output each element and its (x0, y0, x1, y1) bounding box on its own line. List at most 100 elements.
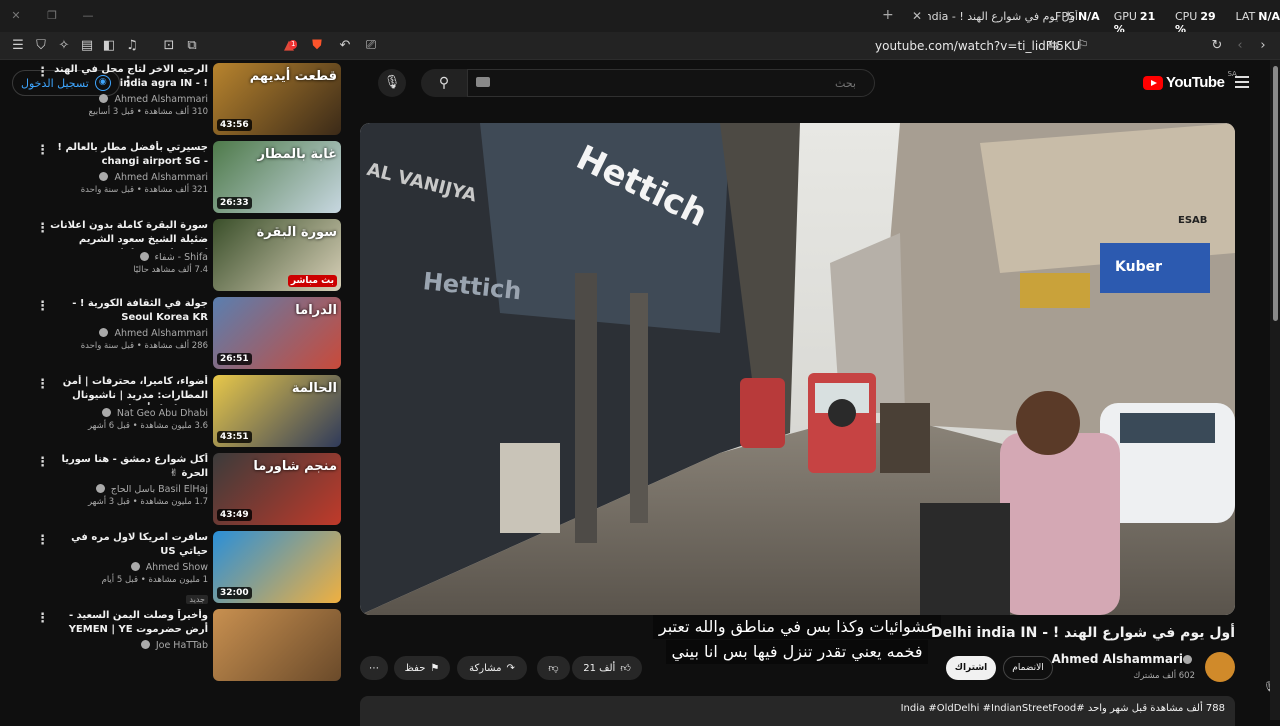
music-icon[interactable]: ♫ (124, 38, 140, 54)
recommendation-menu-icon[interactable]: ⋮ (36, 533, 49, 548)
recommendation-channel[interactable]: Ahmed Alshammari (50, 171, 208, 184)
recommendation-channel[interactable]: Shifa - شفاء (50, 251, 208, 264)
join-button[interactable]: الانضمام (1003, 656, 1053, 680)
page-scrollbar[interactable] (1270, 60, 1280, 720)
recommendation-thumbnail[interactable]: قطعت أيديهم 43:56 (213, 63, 341, 135)
thumbnail-text: سورة البقرة (256, 225, 337, 240)
video-player[interactable]: Hettich Hettich AL VANIJYA ESAB Kuber (360, 123, 1235, 615)
extensions-icon[interactable]: ✧ (56, 38, 72, 54)
window-maximize-icon[interactable]: ❐ (44, 8, 60, 24)
recommendation-item[interactable]: ⋮ الرحيه الاخر لتاج محل في الهند ! - indi… (20, 63, 342, 135)
description-box[interactable]: 788 ألف مشاهدة قبل شهر واحد #India #OldD… (360, 696, 1235, 726)
menu-icon[interactable]: ☰ (10, 38, 26, 54)
window-minimize-icon[interactable]: — (80, 8, 96, 24)
recommendation-title[interactable]: جسيرتي بأفضل مطار بالعالم ! - changi air… (50, 141, 208, 169)
more-icon: ⋯ (369, 662, 379, 674)
bookmark-icon[interactable]: ⚐ (1075, 38, 1091, 54)
recommendation-menu-icon[interactable]: ⋮ (36, 377, 49, 392)
share-icon[interactable]: ↶ (337, 38, 353, 54)
recommendation-title[interactable]: وأخيراً وصلت اليمن السعيد - أرض حضرموت Y… (50, 609, 208, 637)
save-button[interactable]: حفظ ⚑ (394, 656, 450, 680)
recommendation-title[interactable]: الرحيه الاخر لتاج محل في الهند ! - india… (50, 63, 208, 91)
video-duration: 26:51 (217, 353, 252, 365)
like-button[interactable]: 21 ألف 👍︎ (572, 656, 642, 680)
guide-menu-icon[interactable] (1235, 76, 1249, 91)
scrollbar-thumb[interactable] (1273, 66, 1278, 321)
recommendation-menu-icon[interactable]: ⋮ (36, 299, 49, 314)
verified-icon (99, 172, 109, 181)
recommendation-thumbnail[interactable]: منجم شاورما 43:49 (213, 453, 341, 525)
shield-icon[interactable]: ⛉ (33, 38, 49, 54)
new-tab-button[interactable]: + (882, 7, 894, 23)
recommendation-title[interactable]: أكل شوارع دمشق - هنا سوريا الحرة ✌ (50, 453, 209, 481)
channel-name[interactable]: Ahmed Alshammari (1051, 652, 1195, 666)
youtube-logo[interactable]: YouTube SA (1143, 70, 1237, 91)
screenshot-icon[interactable]: ⊡ (161, 38, 177, 54)
recommendation-thumbnail[interactable]: 32:00 (213, 531, 341, 603)
overlay-value: N/A (1258, 10, 1280, 23)
recommendation-item[interactable]: ⋮ أكل شوارع دمشق - هنا سوريا الحرة ✌ Basil… (20, 453, 342, 525)
recommendation-title[interactable]: سافرت امريكا لاول مره في حياتي US (50, 531, 208, 559)
captions: عشوائيات وكذا بس في مناطق والله تعتبر فخ… (652, 615, 942, 665)
recommendation-channel[interactable]: Ahmed Alshammari (50, 93, 208, 106)
recommendation-menu-icon[interactable]: ⋮ (36, 221, 49, 236)
recommendation-title[interactable]: سورة البقرة كاملة بدون اعلانات ضئيلة الش… (50, 219, 208, 249)
recommendation-item[interactable]: ⋮ سورة البقرة كاملة بدون اعلانات ضئيلة ال… (20, 219, 342, 291)
forward-icon[interactable]: ‹ (1232, 38, 1248, 54)
alert-icon[interactable]: ▲1 (281, 38, 298, 54)
recommendation-channel[interactable]: Basil ElHaj باسل الحاج (50, 483, 208, 496)
like-icon: 👍︎ (620, 663, 631, 674)
video-frame: Hettich Hettich AL VANIJYA ESAB Kuber (360, 123, 1235, 615)
subscribe-button[interactable]: اشتراك (946, 656, 996, 680)
search-icon[interactable]: ⚲ (421, 69, 467, 97)
overlay-key: CPU (1174, 10, 1198, 23)
recommendation-item[interactable]: ⋮ أضواء، كاميرا، محترفات | أمن المطارات: … (20, 375, 342, 447)
translate-icon[interactable]: ⇆ (1046, 38, 1062, 54)
recommendation-thumbnail[interactable]: الدراما 26:51 (213, 297, 341, 369)
voice-search-icon[interactable]: 🎙 (378, 69, 406, 97)
recommendation-title[interactable]: جولة في الثقافة الكورية ! - Seoul Korea … (50, 297, 208, 325)
brave-shield-icon[interactable]: ⛊ (309, 38, 325, 54)
recommendation-channel[interactable]: Ahmed Show (50, 561, 208, 574)
browser-titlebar: ✕ ❐ — + ✕ أول يوم في شوارع الهند ! - ‎in… (0, 0, 1280, 36)
dislike-button[interactable]: 👎︎ (537, 656, 570, 680)
save-icon: ⚑ (430, 662, 440, 674)
recommendation-channel-text: Shifa - شفاء (154, 252, 208, 263)
recommendation-menu-icon[interactable]: ⋮ (36, 455, 49, 470)
recommendation-thumbnail[interactable]: غابة بالمطار 26:33 (213, 141, 341, 213)
recommendation-channel-text: Basil ElHaj باسل الحاج (110, 484, 208, 495)
share-button[interactable]: مشاركة ↷ (457, 656, 527, 680)
recommendation-channel[interactable]: Nat Geo Abu Dhabi (50, 407, 208, 420)
sidebar-icon[interactable]: ▤ (79, 38, 95, 54)
recommendation-channel-text: Joe HaTTab (155, 640, 208, 651)
recommendation-channel[interactable]: Ahmed Alshammari (50, 327, 208, 340)
subscriber-count: 602 ألف مشترك (1133, 671, 1195, 681)
recommendation-menu-icon[interactable]: ⋮ (36, 65, 49, 80)
window-close-icon[interactable]: ✕ (8, 8, 24, 24)
recommendation-title[interactable]: أضواء، كاميرا، محترفات | أمن المطارات: م… (50, 375, 208, 405)
thumbnail-text: الحالمة (291, 381, 337, 396)
recommendation-menu-icon[interactable]: ⋮ (36, 611, 49, 626)
verified-icon (95, 484, 105, 493)
reader-icon[interactable]: ◧ (101, 38, 117, 54)
scene-sign-esab: ESAB (1178, 215, 1207, 226)
recommendation-item[interactable]: ⋮ سافرت امريكا لاول مره في حياتي US Ahmed … (20, 531, 342, 604)
channel-avatar[interactable] (1205, 652, 1235, 682)
more-actions-button[interactable]: ⋯ (360, 656, 388, 680)
recommendation-thumbnail[interactable] (213, 609, 341, 681)
cast-icon[interactable]: ⎚ (363, 38, 379, 54)
recommendation-item[interactable]: ⋮ جسيرتي بأفضل مطار بالعالم ! - changi ai… (20, 141, 342, 213)
recommendation-thumbnail[interactable]: الحالمة 43:51 (213, 375, 341, 447)
recommendation-item[interactable]: ⋮ وأخيراً وصلت اليمن السعيد - أرض حضرموت … (20, 609, 342, 681)
back-icon[interactable]: › (1255, 38, 1271, 54)
search-input[interactable] (467, 69, 875, 97)
keyboard-icon[interactable] (476, 77, 490, 87)
recommendation-menu-icon[interactable]: ⋮ (36, 143, 49, 158)
puzzle-icon[interactable]: ⧉ (184, 38, 200, 54)
recommendation-item[interactable]: ⋮ جولة في الثقافة الكورية ! - Seoul Korea… (20, 297, 342, 369)
recommendation-thumbnail[interactable]: سورة البقرة بث مباشر (213, 219, 341, 291)
tab-close-icon[interactable]: ✕ (906, 9, 928, 23)
recommendation-meta: الرحيه الاخر لتاج محل في الهند ! - india… (50, 63, 208, 119)
reload-icon[interactable]: ↻ (1209, 38, 1225, 54)
recommendation-channel[interactable]: Joe HaTTab (50, 639, 208, 652)
